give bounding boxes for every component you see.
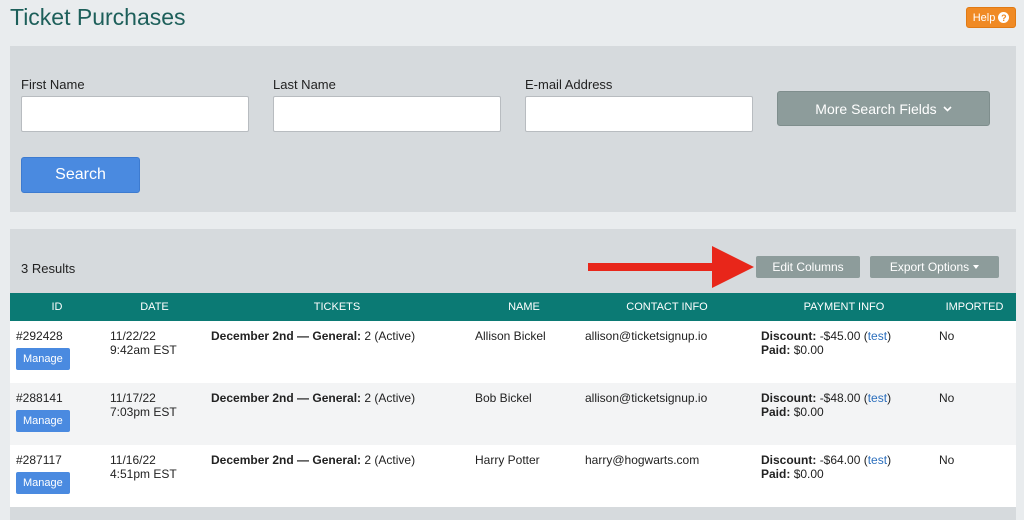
imported-cell: No [939, 453, 955, 467]
column-header-name[interactable]: NAME [469, 293, 579, 321]
discount-close: ) [887, 391, 892, 405]
ticket-type: December 2nd — General: [211, 453, 362, 467]
help-button[interactable]: Help ? [966, 7, 1016, 28]
purchase-id: #292428 [16, 329, 63, 343]
paid-label: Paid: [761, 405, 791, 419]
tickets-cell: December 2nd — General: 2 (Active) [205, 445, 469, 507]
column-header-tickets[interactable]: TICKETS [205, 293, 469, 321]
discount-label: Discount: [761, 453, 817, 467]
paid-value: $0.00 [793, 467, 824, 481]
discount-value: -$64.00 ( [819, 453, 868, 467]
manage-button[interactable]: Manage [16, 410, 70, 432]
imported-cell: No [939, 329, 955, 343]
first-name-input[interactable] [21, 96, 249, 132]
manage-button[interactable]: Manage [16, 348, 70, 370]
discount-close: ) [887, 329, 892, 343]
results-table: ID DATE TICKETS NAME CONTACT INFO PAYMEN… [10, 293, 1016, 507]
last-name-input[interactable] [273, 96, 501, 132]
paid-label: Paid: [761, 467, 791, 481]
date-cell: 11/22/22 9:42am EST [104, 321, 205, 383]
purchase-time: 4:51pm EST [110, 467, 177, 481]
contact-cell: allison@ticketsignup.io [585, 329, 708, 343]
discount-code-link[interactable]: test [868, 453, 887, 467]
table-row: #292428 Manage 11/22/22 9:42am EST Decem… [10, 321, 1016, 383]
date-cell: 11/17/22 7:03pm EST [104, 383, 205, 445]
paid-value: $0.00 [793, 405, 824, 419]
page-title: Ticket Purchases [10, 4, 186, 30]
id-cell: #292428 Manage [10, 321, 104, 383]
tickets-cell: December 2nd — General: 2 (Active) [205, 383, 469, 445]
column-header-contact-info[interactable]: CONTACT INFO [579, 293, 755, 321]
name-cell: Bob Bickel [475, 391, 532, 405]
imported-cell: No [939, 391, 955, 405]
discount-code-link[interactable]: test [868, 329, 887, 343]
edit-columns-button[interactable]: Edit Columns [756, 256, 860, 278]
help-label: Help [972, 11, 996, 24]
question-circle-icon: ? [998, 12, 1010, 23]
caret-down-icon [973, 265, 980, 269]
export-options-button[interactable]: Export Options [870, 256, 999, 278]
purchase-date: 11/17/22 [110, 391, 156, 405]
search-button[interactable]: Search [21, 157, 140, 193]
discount-value: -$48.00 ( [819, 391, 868, 405]
discount-code-link[interactable]: test [868, 391, 887, 405]
results-count: 3 Results [21, 261, 76, 276]
paid-label: Paid: [761, 343, 791, 357]
ticket-quantity: 2 (Active) [364, 329, 416, 343]
email-label: E-mail Address [525, 77, 613, 92]
ticket-type: December 2nd — General: [211, 391, 362, 405]
table-row: #288141 Manage 11/17/22 7:03pm EST Decem… [10, 383, 1016, 445]
discount-close: ) [887, 453, 892, 467]
column-header-id[interactable]: ID [10, 293, 104, 321]
name-cell: Allison Bickel [475, 329, 546, 343]
name-cell: Harry Potter [475, 453, 540, 467]
first-name-label: First Name [21, 77, 85, 92]
id-cell: #288141 Manage [10, 383, 104, 445]
purchase-time: 9:42am EST [110, 343, 177, 357]
column-header-date[interactable]: DATE [104, 293, 205, 321]
last-name-label: Last Name [273, 77, 336, 92]
date-cell: 11/16/22 4:51pm EST [104, 445, 205, 507]
more-search-fields-button[interactable]: More Search Fields [777, 91, 990, 126]
purchase-id: #287117 [16, 453, 62, 467]
discount-label: Discount: [761, 329, 817, 343]
contact-cell: allison@ticketsignup.io [585, 391, 708, 405]
discount-value: -$45.00 ( [819, 329, 868, 343]
ticket-quantity: 2 (Active) [364, 391, 416, 405]
ticket-quantity: 2 (Active) [364, 453, 416, 467]
discount-label: Discount: [761, 391, 817, 405]
search-panel: First Name Last Name E-mail Address More… [10, 46, 1016, 212]
red-arrow-annotation [588, 246, 754, 288]
chevron-down-icon [943, 105, 952, 112]
purchase-id: #288141 [16, 391, 63, 405]
payment-cell: Discount: -$48.00 (test) Paid: $0.00 [755, 383, 933, 445]
column-header-imported[interactable]: IMPORTED [933, 293, 1016, 321]
contact-cell: harry@hogwarts.com [585, 453, 700, 467]
payment-cell: Discount: -$45.00 (test) Paid: $0.00 [755, 321, 933, 383]
purchase-date: 11/22/22 [110, 329, 156, 343]
purchase-date: 11/16/22 [110, 453, 156, 467]
export-options-label: Export Options [889, 260, 970, 274]
email-input[interactable] [525, 96, 753, 132]
table-row: #287117 Manage 11/16/22 4:51pm EST Decem… [10, 445, 1016, 507]
purchase-time: 7:03pm EST [110, 405, 177, 419]
column-header-payment-info[interactable]: PAYMENT INFO [755, 293, 933, 321]
id-cell: #287117 Manage [10, 445, 104, 507]
ticket-type: December 2nd — General: [211, 329, 362, 343]
manage-button[interactable]: Manage [16, 472, 70, 494]
more-search-fields-label: More Search Fields [815, 100, 937, 117]
tickets-cell: December 2nd — General: 2 (Active) [205, 321, 469, 383]
table-header-row: ID DATE TICKETS NAME CONTACT INFO PAYMEN… [10, 293, 1016, 321]
paid-value: $0.00 [793, 343, 824, 357]
payment-cell: Discount: -$64.00 (test) Paid: $0.00 [755, 445, 933, 507]
